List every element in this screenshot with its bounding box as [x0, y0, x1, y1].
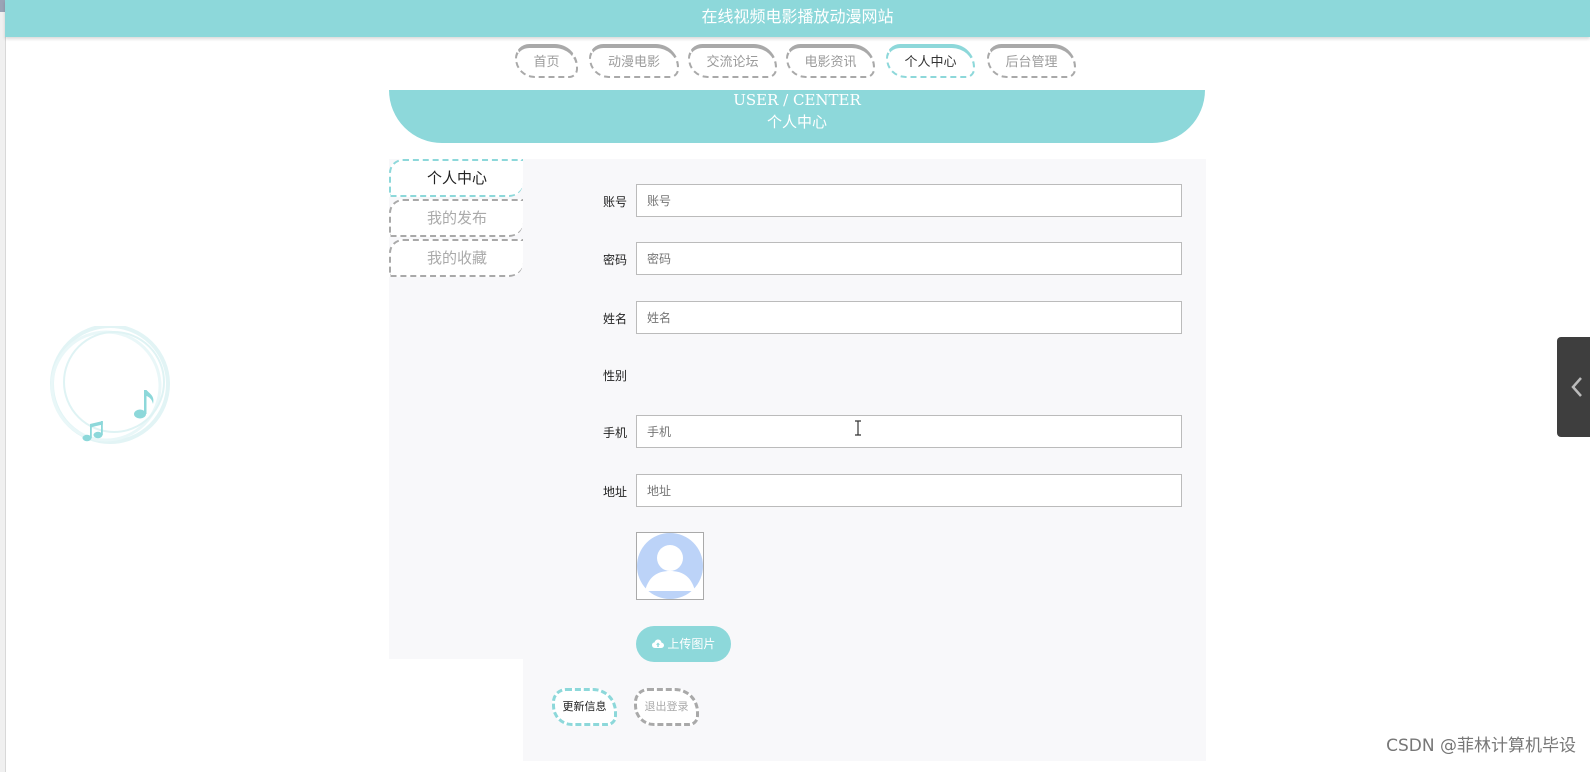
address-input[interactable]: [636, 474, 1182, 507]
password-input[interactable]: [636, 242, 1182, 275]
logout-button[interactable]: 退出登录: [634, 688, 699, 726]
avatar-placeholder-icon: [637, 533, 703, 599]
nav-item-home[interactable]: 首页: [515, 44, 578, 78]
side-panel-toggle[interactable]: [1557, 337, 1590, 437]
text-cursor-icon: [855, 420, 861, 436]
upload-image-label: 上传图片: [667, 637, 716, 651]
nav-item-admin[interactable]: 后台管理: [987, 44, 1076, 78]
nav-item-forum[interactable]: 交流论坛: [688, 44, 777, 78]
nav-item-movie-news[interactable]: 电影资讯: [786, 44, 875, 78]
password-label: 密码: [602, 253, 627, 267]
account-label: 账号: [602, 195, 627, 209]
banner-title-en: USER / CENTER: [733, 91, 861, 109]
nav-item-user-center[interactable]: 个人中心: [886, 44, 975, 78]
sidebar-item-my-favorites[interactable]: 我的收藏: [389, 239, 523, 277]
gender-label: 性别: [602, 369, 627, 383]
name-label: 姓名: [602, 312, 627, 326]
account-input[interactable]: [636, 184, 1182, 217]
sidebar-item-my-posts[interactable]: 我的发布: [389, 199, 523, 237]
cloud-upload-icon: [651, 639, 664, 648]
site-title: 在线视频电影播放动漫网站: [701, 7, 894, 26]
update-info-button[interactable]: 更新信息: [552, 688, 617, 726]
left-window-edge: [0, 0, 6, 772]
phone-input[interactable]: [636, 415, 1182, 448]
upload-image-button[interactable]: 上传图片: [636, 626, 731, 662]
nav-item-anime-movies[interactable]: 动漫电影: [589, 44, 679, 78]
avatar-preview[interactable]: [636, 532, 704, 600]
address-label: 地址: [602, 485, 627, 499]
csdn-watermark: CSDN @菲林计算机毕设: [1386, 736, 1576, 756]
phone-label: 手机: [602, 426, 627, 440]
page-banner: USER / CENTER 个人中心: [389, 90, 1205, 143]
music-notes-icon[interactable]: [46, 326, 176, 451]
site-title-bar: 在线视频电影播放动漫网站: [5, 0, 1590, 37]
name-input[interactable]: [636, 301, 1182, 334]
sidebar-item-user-center[interactable]: 个人中心: [389, 159, 523, 197]
main-nav: 首页 动漫电影 交流论坛 电影资讯 个人中心 后台管理: [0, 44, 1590, 84]
chevron-left-icon: [1571, 377, 1582, 397]
banner-title-cn: 个人中心: [766, 113, 827, 131]
